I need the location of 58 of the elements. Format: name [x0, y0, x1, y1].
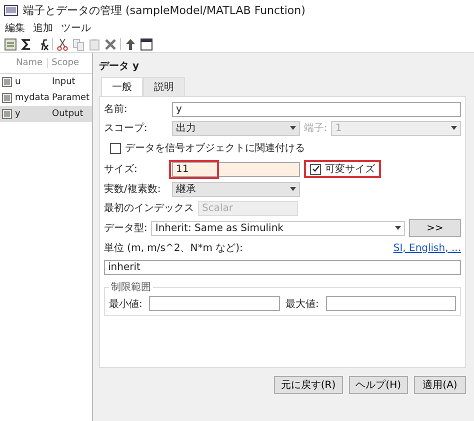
data-row[interactable]: mydata Paramet: [0, 90, 92, 106]
size-field[interactable]: 11: [172, 162, 300, 176]
field-label: 名前:: [104, 103, 128, 116]
field-label: サイズ:: [104, 163, 138, 176]
up-arrow-icon[interactable]: [124, 38, 137, 50]
complexity-dropdown[interactable]: 継承: [172, 182, 300, 196]
scope-cell-text: Input: [52, 77, 76, 87]
max-field[interactable]: [326, 296, 456, 311]
dialog-button[interactable]: 元に戻す(R): [274, 376, 343, 394]
field-label: データ型:: [104, 222, 148, 235]
name-field[interactable]: y: [172, 102, 461, 116]
window-title: 端子とデータの管理 (sampleModel/MATLAB Function): [23, 2, 306, 18]
name-cell-text: y: [15, 109, 22, 119]
menu-item[interactable]: 編集: [5, 21, 25, 35]
field-label: 単位 (m, m/s^2、N*m など):: [104, 242, 243, 255]
menu-item[interactable]: ツール: [61, 21, 91, 35]
data-icon: [2, 77, 12, 87]
scope-cell-text: Output: [52, 109, 84, 119]
min-field[interactable]: [149, 296, 280, 311]
signal-object-checkbox[interactable]: データを信号オブジェクトに関連付ける: [104, 139, 311, 157]
dialog-button[interactable]: 適用(A): [414, 376, 466, 394]
field-label: 実数/複素数:: [104, 182, 162, 196]
field-label: 端子:: [304, 122, 328, 135]
app-icon: [4, 4, 18, 16]
variable-size-checkbox[interactable]: 可変サイズ: [304, 160, 381, 178]
data-row[interactable]: y Output: [0, 106, 92, 122]
menu-item[interactable]: 追加: [33, 21, 53, 35]
delete-icon[interactable]: [104, 38, 117, 50]
sigma-icon[interactable]: [20, 38, 33, 50]
name-cell-text: u: [15, 77, 22, 87]
expand-button[interactable]: >>: [409, 219, 461, 237]
field-label: 最初のインデックス: [104, 202, 194, 215]
dialog-button[interactable]: ヘルプ(H): [348, 376, 408, 394]
check-icon: [312, 165, 320, 173]
group-title: 制限範囲: [110, 280, 152, 294]
list-icon[interactable]: [4, 38, 17, 50]
data-type-dropdown[interactable]: Inherit: Same as Simulink: [151, 220, 405, 236]
caret-icon: [451, 126, 457, 130]
unit-link[interactable]: SI, English, ...: [393, 242, 461, 254]
caret-icon: [290, 126, 296, 130]
caret-icon: [290, 187, 296, 191]
window-icon[interactable]: [140, 38, 153, 50]
caret-icon: [395, 226, 401, 230]
scope-cell-text: Paramet: [52, 93, 91, 103]
data-icon: [2, 109, 12, 119]
unit-field[interactable]: inherit: [104, 260, 461, 274]
scope-dropdown[interactable]: 出力: [172, 120, 300, 136]
field-label: 最大値:: [286, 298, 320, 310]
column-header[interactable]: Name: [16, 58, 43, 68]
data-icon: [2, 93, 12, 103]
field-label: スコープ:: [104, 122, 148, 135]
column-header[interactable]: Scope: [46, 58, 79, 68]
cut-icon[interactable]: [56, 38, 69, 50]
field-label: 最小値:: [109, 298, 143, 310]
panel-title: データ y: [99, 60, 140, 74]
tab[interactable]: 一般: [101, 77, 143, 96]
tab[interactable]: 説明: [143, 77, 185, 96]
name-cell: mydata: [15, 93, 49, 103]
